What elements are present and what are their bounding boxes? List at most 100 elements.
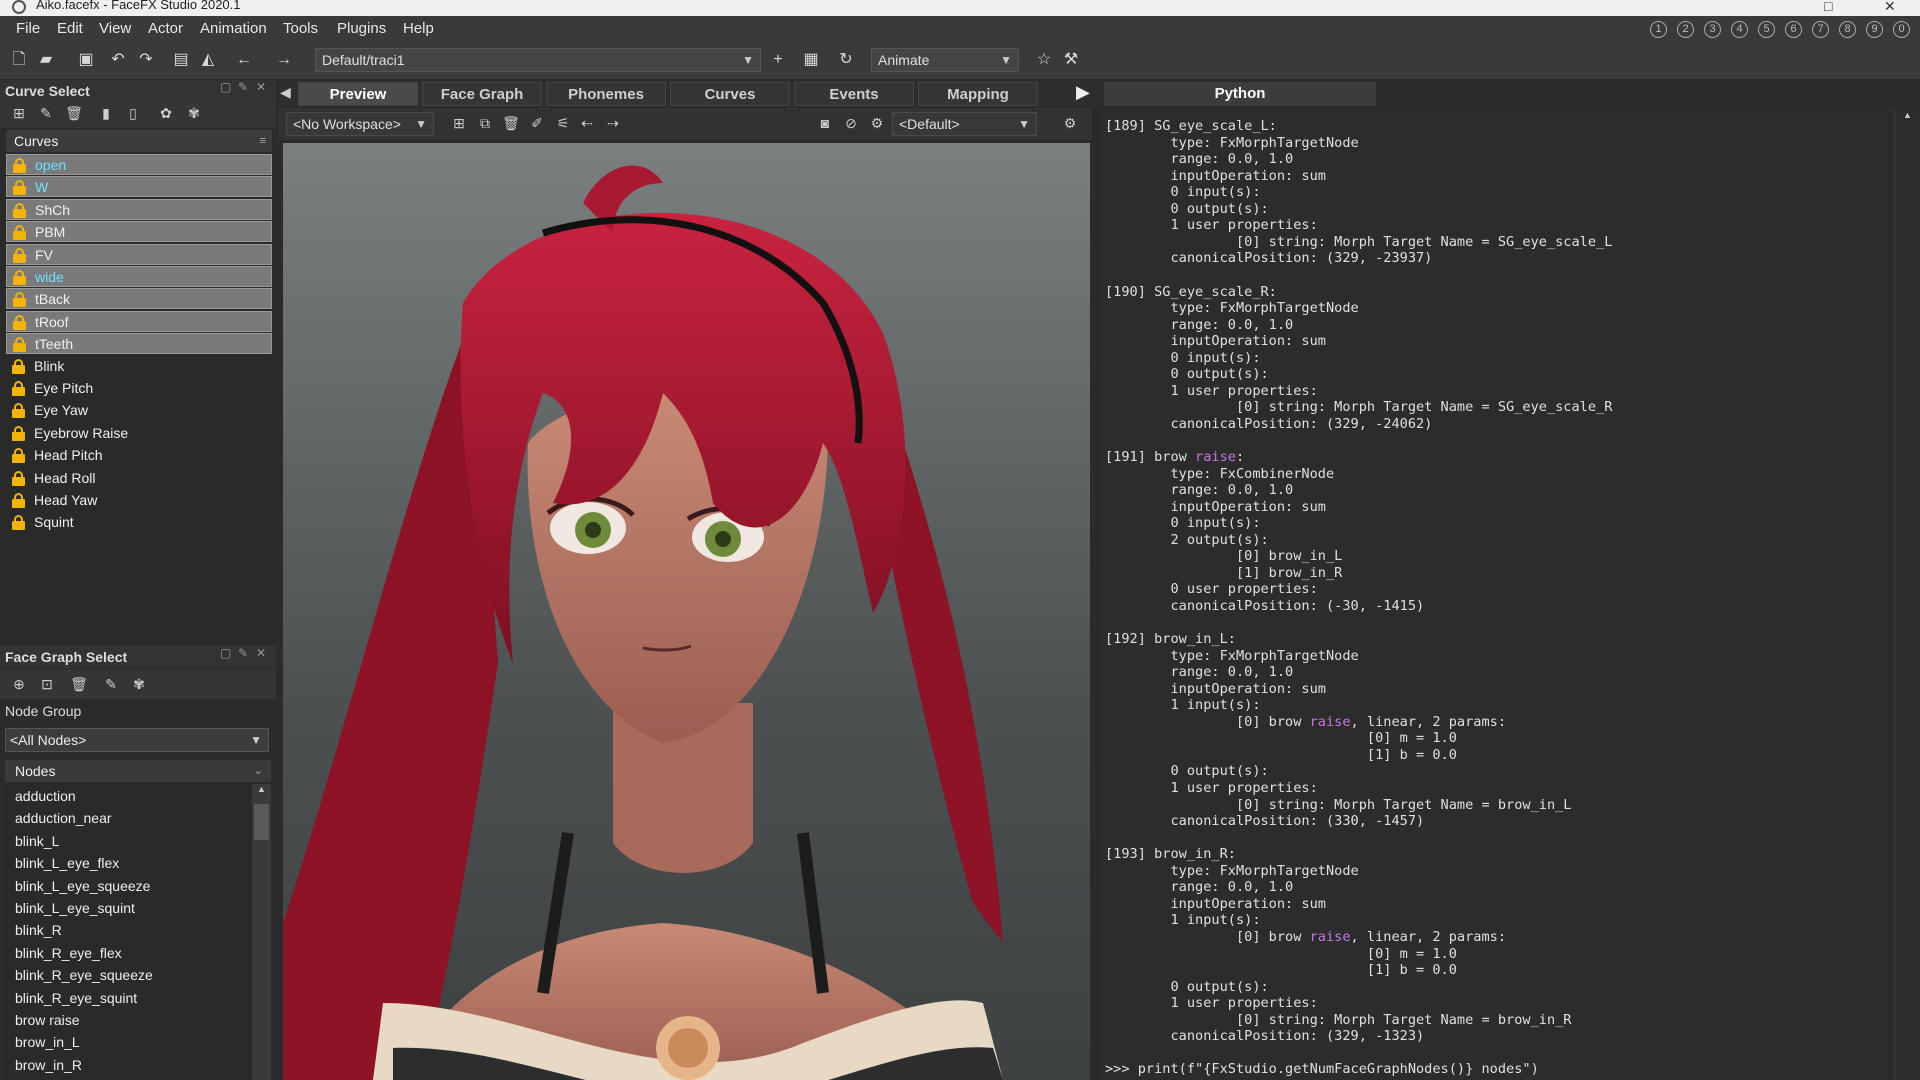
open-folder-icon[interactable]: ▰ bbox=[36, 50, 56, 70]
menu-view[interactable]: View bbox=[99, 20, 131, 37]
python-console[interactable]: [189] SG_eye_scale_L: type: FxMorphTarge… bbox=[1100, 108, 1894, 1080]
curve-item[interactable]: Squint bbox=[6, 512, 272, 533]
workspace-slot-7[interactable]: 7 bbox=[1812, 21, 1829, 38]
shrink-icon[interactable]: ⇠ bbox=[578, 114, 596, 132]
tab-curves[interactable]: Curves bbox=[670, 82, 790, 106]
lock-icon[interactable] bbox=[13, 225, 26, 241]
node-list-item[interactable]: adduction_near bbox=[15, 810, 112, 826]
workspace-slot-1[interactable]: 1 bbox=[1650, 21, 1667, 38]
preview-viewport[interactable] bbox=[283, 143, 1090, 1080]
camera-settings-icon[interactable]: ⚙ bbox=[868, 114, 886, 132]
node-list-item[interactable]: blink_L_eye_squeeze bbox=[15, 878, 150, 894]
node-list-item[interactable]: blink_R_eye_flex bbox=[15, 945, 122, 961]
lock-icon[interactable] bbox=[13, 180, 26, 196]
delete-node-icon[interactable]: 🗑 bbox=[70, 675, 88, 693]
lock-icon[interactable] bbox=[13, 270, 26, 285]
lock-icon[interactable] bbox=[13, 337, 26, 353]
python-scrollbar[interactable]: ▲ bbox=[1894, 108, 1920, 1080]
lock-icon[interactable] bbox=[13, 158, 26, 173]
tab-phonemes[interactable]: Phonemes bbox=[546, 82, 666, 106]
scrollbar-thumb[interactable] bbox=[254, 804, 269, 840]
edit-workspace-icon[interactable]: ✐ bbox=[528, 114, 546, 132]
lock-icon[interactable] bbox=[13, 292, 26, 308]
lock-icon[interactable] bbox=[12, 515, 25, 531]
link-node-icon[interactable]: ✾ bbox=[130, 675, 148, 693]
node-list-item[interactable]: blink_L_eye_flex bbox=[15, 855, 119, 871]
camera-icon[interactable]: ◙ bbox=[816, 114, 834, 132]
menu-actor[interactable]: Actor bbox=[148, 20, 183, 37]
group-node-icon[interactable]: ⊡ bbox=[38, 675, 56, 693]
slider-icon[interactable]: ⚟ bbox=[554, 114, 572, 132]
curve-item[interactable]: Head Roll bbox=[6, 468, 272, 489]
curve-item[interactable]: FV bbox=[6, 243, 272, 265]
clapperboard-icon[interactable]: ▦ bbox=[801, 50, 821, 70]
workspace-slot-9[interactable]: 9 bbox=[1866, 21, 1883, 38]
curve-item[interactable]: Head Yaw bbox=[6, 490, 272, 511]
copy-curve-icon[interactable]: ▮ bbox=[97, 104, 115, 122]
curve-item[interactable]: Head Pitch bbox=[6, 445, 272, 466]
forward-arrow-icon[interactable]: → bbox=[274, 50, 294, 70]
add-node-icon[interactable]: ⊕ bbox=[10, 675, 28, 693]
menu-animation[interactable]: Animation bbox=[200, 20, 267, 37]
curve-item[interactable]: tTeeth bbox=[6, 333, 272, 355]
animation-path-combo[interactable]: Default/traci1 ▼ bbox=[315, 48, 761, 72]
redo-icon[interactable]: ↷ bbox=[136, 50, 156, 70]
add-curve-icon[interactable]: ⊞ bbox=[10, 104, 28, 122]
tab-scroll-right-icon[interactable]: ▶ bbox=[1076, 82, 1090, 103]
menu-edit[interactable]: Edit bbox=[57, 20, 83, 37]
gear-icon[interactable]: ⚙ bbox=[1061, 114, 1079, 132]
remove-camera-icon[interactable]: ⊘ bbox=[842, 114, 860, 132]
node-list-scrollbar[interactable]: ▲ bbox=[252, 784, 271, 1080]
pin-icon[interactable]: ✎ bbox=[238, 80, 248, 94]
node-list-item[interactable]: brow_in_R bbox=[15, 1057, 82, 1073]
float-icon[interactable]: ▢ bbox=[220, 80, 231, 94]
curve-item[interactable]: Blink bbox=[6, 356, 272, 377]
curve-item[interactable]: PBM bbox=[6, 221, 272, 243]
star-icon[interactable]: ☆ bbox=[1034, 50, 1054, 70]
delete-workspace-icon[interactable]: 🗑 bbox=[502, 114, 520, 132]
add-icon[interactable]: + bbox=[768, 50, 788, 70]
wrench-icon[interactable]: ⚒ bbox=[1061, 50, 1081, 70]
tab-mapping[interactable]: Mapping bbox=[918, 82, 1038, 106]
chevron-down-icon[interactable]: ⌄ bbox=[254, 760, 263, 782]
maximize-icon[interactable]: □ bbox=[1824, 0, 1832, 14]
curve-item[interactable]: ShCh bbox=[6, 198, 272, 220]
close-icon[interactable]: ✕ bbox=[1884, 0, 1896, 15]
back-arrow-icon[interactable]: ← bbox=[234, 50, 254, 70]
lock-icon[interactable] bbox=[12, 448, 25, 464]
lock-icon[interactable] bbox=[12, 403, 25, 419]
new-file-icon[interactable]: 🗋 bbox=[9, 50, 29, 70]
pin-icon[interactable]: ✎ bbox=[238, 646, 248, 660]
curve-item[interactable]: Eye Yaw bbox=[6, 400, 272, 421]
node-list-item[interactable]: blink_R_eye_squint bbox=[15, 990, 137, 1006]
close-icon[interactable]: ✕ bbox=[256, 80, 266, 94]
paste-curve-icon[interactable]: ▯ bbox=[124, 104, 142, 122]
node-list-item[interactable]: blink_R_eye_squeeze bbox=[15, 967, 153, 983]
curve-item[interactable]: tRoof bbox=[6, 310, 272, 332]
undo-icon[interactable]: ↶ bbox=[108, 50, 128, 70]
node-list-item[interactable]: blink_R bbox=[15, 922, 62, 938]
curve-item[interactable]: W bbox=[6, 176, 272, 198]
node-list-item[interactable]: brow_in_L bbox=[15, 1034, 80, 1050]
workspace-slot-6[interactable]: 6 bbox=[1785, 21, 1802, 38]
menu-tools[interactable]: Tools bbox=[283, 20, 318, 37]
workspace-combo[interactable]: <No Workspace> ▼ bbox=[286, 112, 434, 136]
lock-icon[interactable] bbox=[12, 470, 25, 486]
menu-plugins[interactable]: Plugins bbox=[337, 20, 386, 37]
node-group-combo[interactable]: <All Nodes> ▼ bbox=[5, 728, 269, 752]
workspace-slot-0[interactable]: 0 bbox=[1893, 21, 1910, 38]
edit-node-icon[interactable]: ✎ bbox=[102, 675, 120, 693]
bake-curve-icon[interactable]: ✿ bbox=[157, 104, 175, 122]
workspace-slot-4[interactable]: 4 bbox=[1731, 21, 1748, 38]
lock-icon[interactable] bbox=[12, 425, 25, 441]
workspace-slot-2[interactable]: 2 bbox=[1677, 21, 1694, 38]
lock-icon[interactable] bbox=[13, 247, 26, 263]
float-icon[interactable]: ▢ bbox=[220, 646, 231, 660]
camera-combo[interactable]: <Default> ▼ bbox=[892, 112, 1037, 136]
node-list-item[interactable]: brow raise bbox=[15, 1012, 80, 1028]
curve-item[interactable]: wide bbox=[6, 266, 272, 287]
tab-scroll-left-icon[interactable]: ◀ bbox=[280, 84, 291, 101]
mode-combo[interactable]: Animate ▼ bbox=[871, 48, 1019, 72]
save-icon[interactable]: ▣ bbox=[76, 50, 96, 70]
copy-workspace-icon[interactable]: ⧉ bbox=[476, 114, 494, 132]
